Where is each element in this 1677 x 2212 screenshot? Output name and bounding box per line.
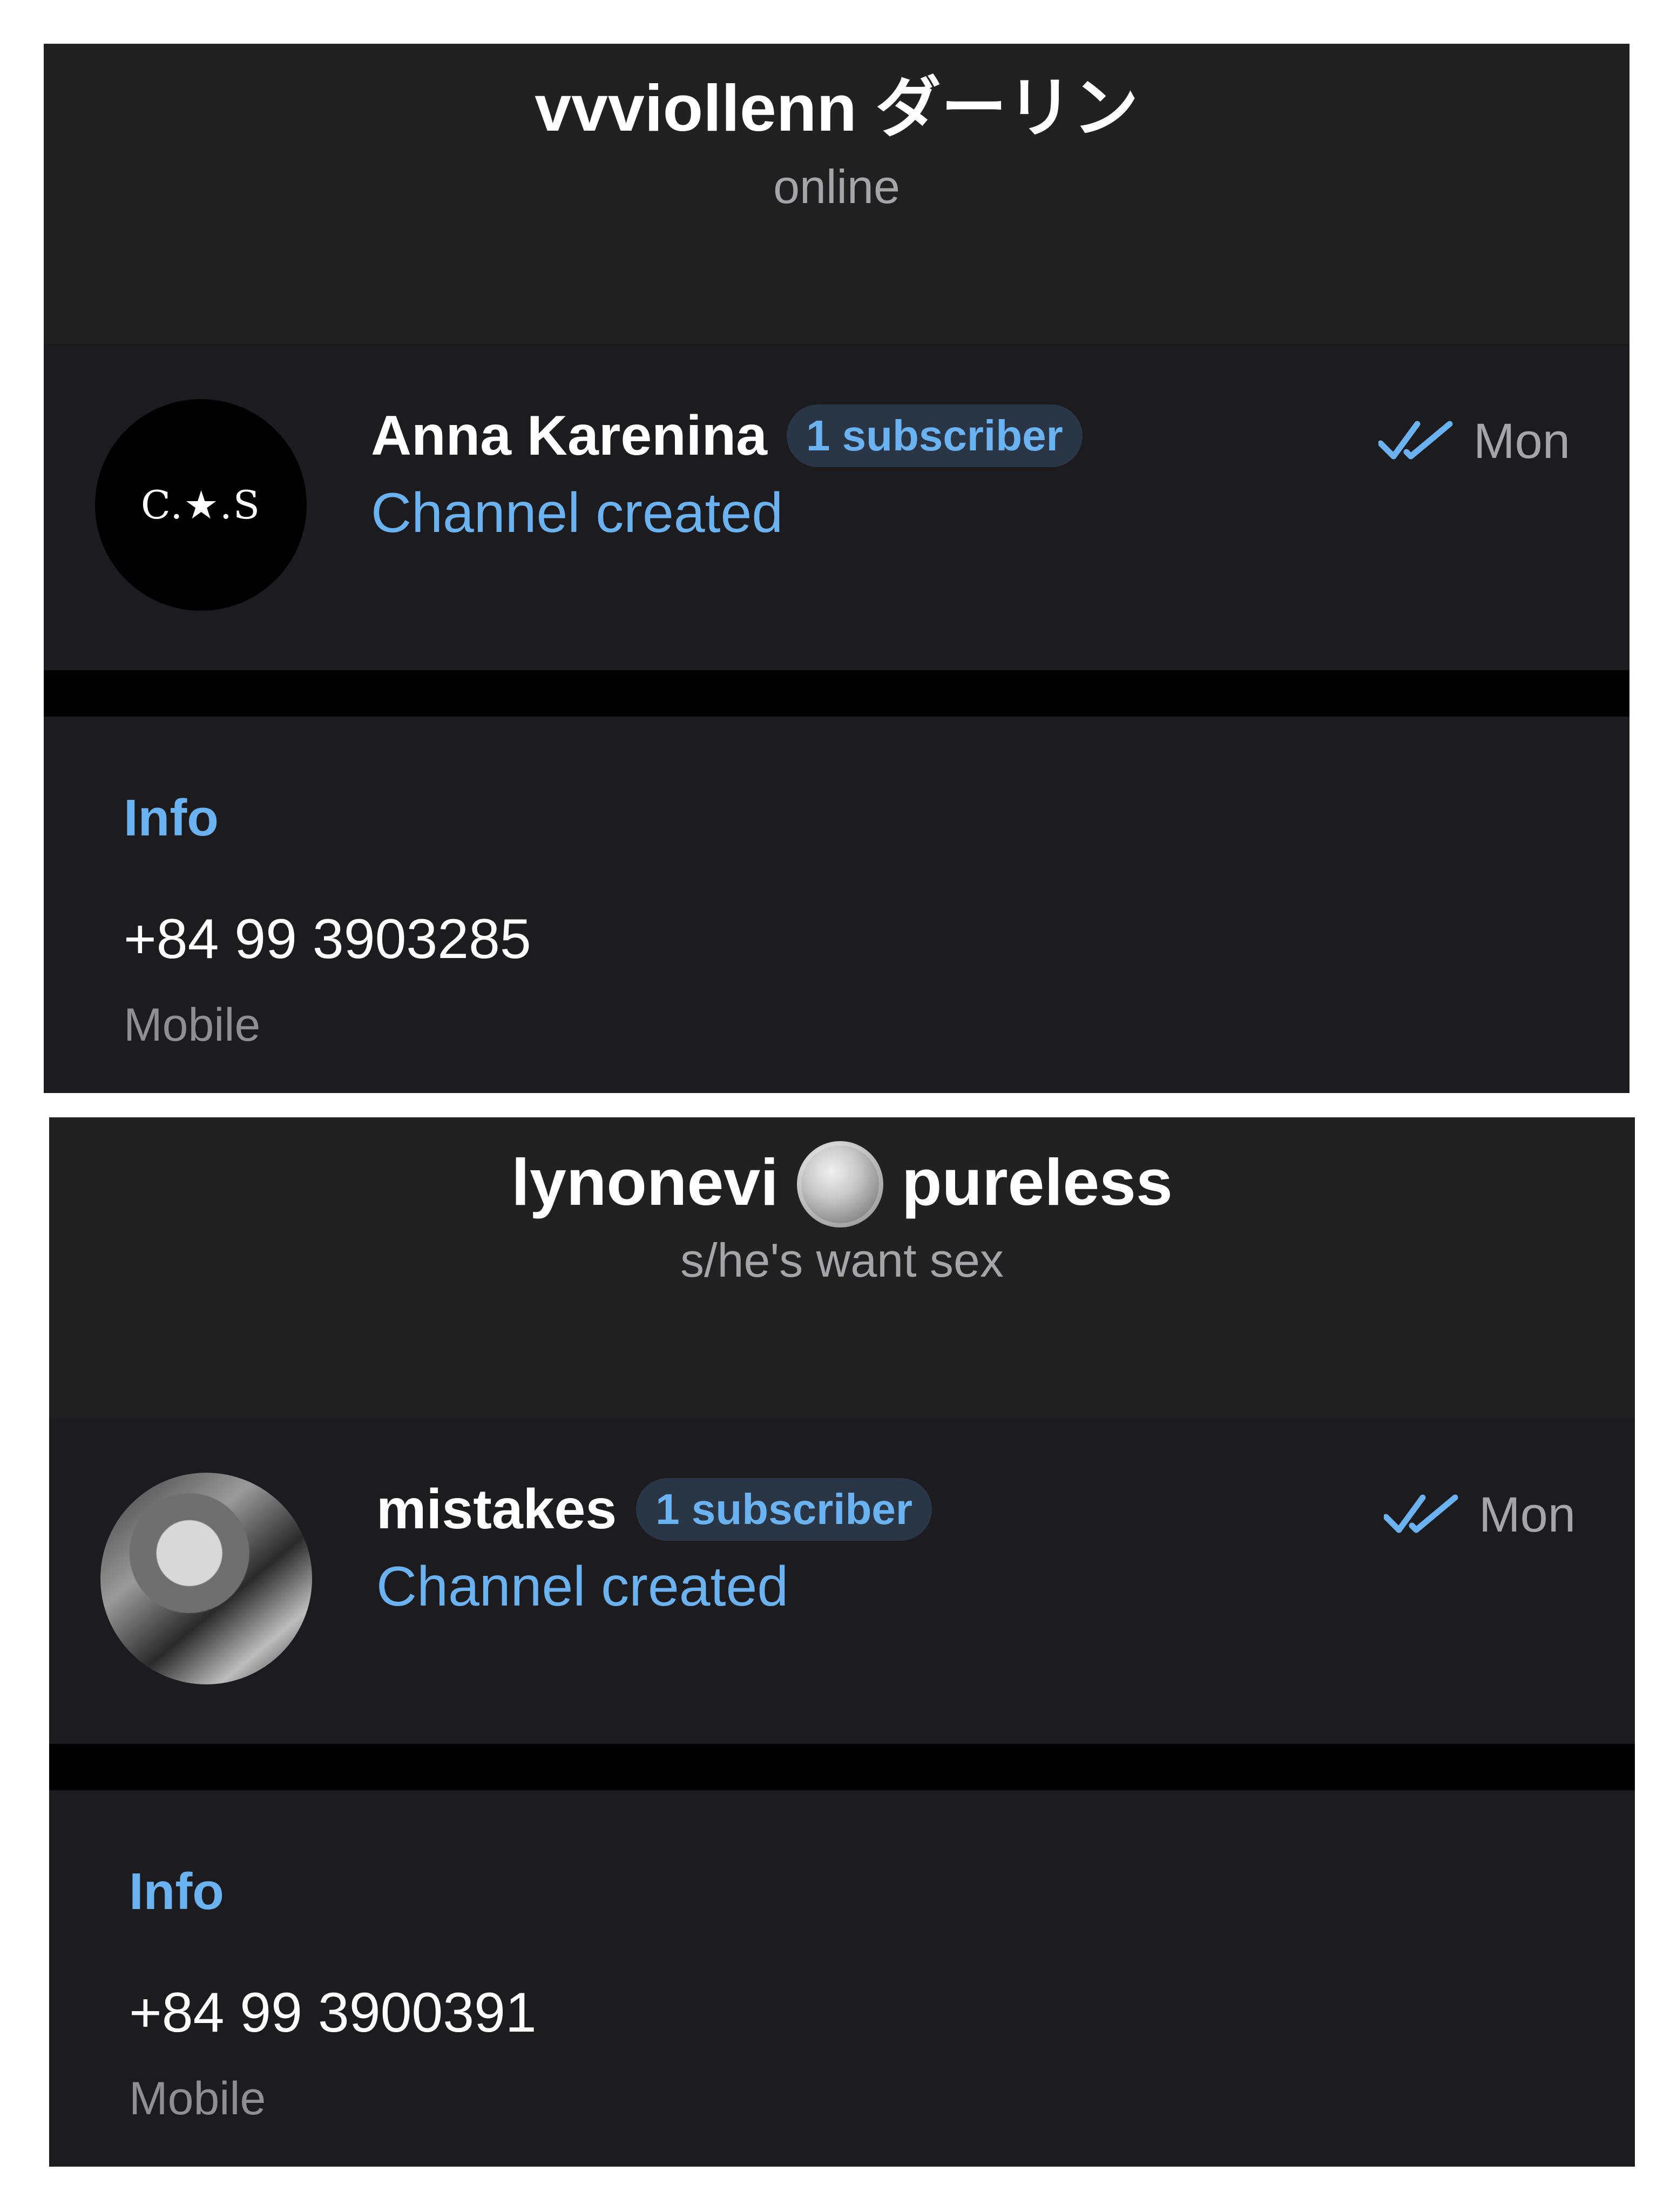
phone-label: Mobile: [129, 2073, 266, 2125]
profile-status: online: [773, 160, 900, 213]
channel-last-message: Channel created: [371, 482, 783, 544]
info-header: Info: [129, 1863, 224, 1920]
profile-name-text: vvviollenn ダーリン: [535, 71, 1139, 145]
channel-name: mistakes: [376, 1478, 617, 1541]
info-header: Info: [124, 789, 219, 847]
profile-name-left: lynonevi: [511, 1145, 779, 1219]
profile-panel-2: lynonevi pureless s/he's want sex mistak…: [49, 1117, 1635, 2167]
profile-name: vvviollenn ダーリン: [44, 65, 1629, 151]
info-section: Info +84 99 3903285 Mobile: [44, 717, 1629, 1093]
double-check-icon: [1384, 1494, 1458, 1533]
profile-panel-1: vvviollenn ダーリン online C.★.S Anna Kareni…: [44, 44, 1629, 1093]
message-time: Mon: [1479, 1487, 1575, 1542]
channel-last-message: Channel created: [376, 1555, 789, 1618]
profile-header: lynonevi pureless s/he's want sex: [49, 1117, 1635, 1418]
linked-channel-row[interactable]: C.★.S Anna Karenina 1 subscriber Channel…: [44, 344, 1629, 670]
profile-status: s/he's want sex: [680, 1233, 1004, 1287]
message-meta: Mon: [1384, 1485, 1575, 1545]
linked-channel-row[interactable]: mistakes 1 subscriber Channel created Mo…: [49, 1418, 1635, 1744]
profile-name: lynonevi pureless: [49, 1139, 1635, 1228]
info-section: Info +84 99 3900391 Mobile: [49, 1790, 1635, 2167]
phone-number[interactable]: +84 99 3900391: [129, 1979, 537, 2047]
phone-number[interactable]: +84 99 3903285: [124, 906, 531, 973]
subscriber-badge: 1 subscriber: [786, 404, 1083, 468]
channel-avatar[interactable]: C.★.S: [95, 399, 307, 611]
coin-icon: [797, 1141, 884, 1228]
message-time: Mon: [1473, 414, 1570, 469]
avatar-logo-text: C.★.S: [140, 482, 261, 528]
channel-avatar[interactable]: [100, 1473, 312, 1684]
profile-header: vvviollenn ダーリン online: [44, 44, 1629, 344]
channel-title: Anna Karenina 1 subscriber: [371, 402, 1083, 470]
double-check-icon: [1378, 421, 1453, 460]
profile-name-right: pureless: [902, 1145, 1173, 1219]
channel-title: mistakes 1 subscriber: [376, 1476, 932, 1543]
channel-name: Anna Karenina: [371, 404, 767, 467]
section-divider: [49, 1744, 1635, 1790]
subscriber-badge: 1 subscriber: [636, 1478, 932, 1541]
section-divider: [44, 670, 1629, 717]
message-meta: Mon: [1378, 412, 1570, 471]
phone-label: Mobile: [124, 999, 261, 1051]
